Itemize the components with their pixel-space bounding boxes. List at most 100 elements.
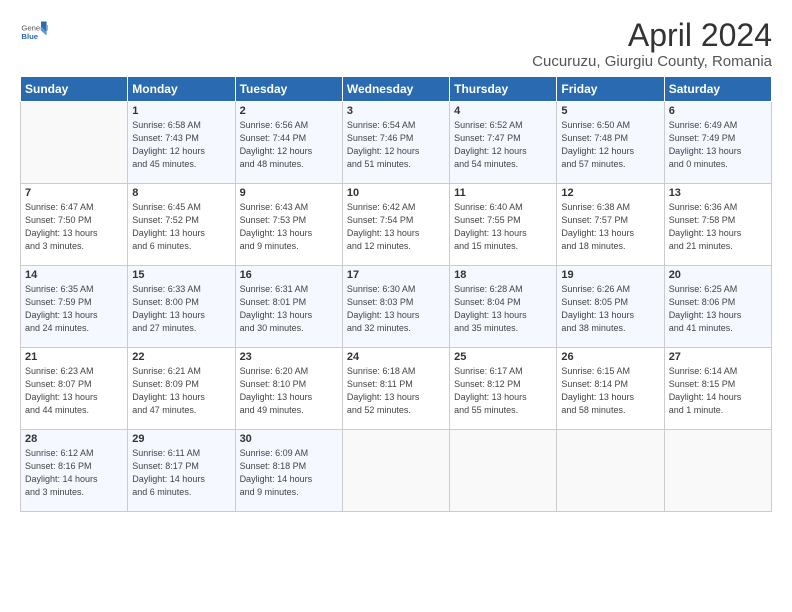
day-cell: 8Sunrise: 6:45 AM Sunset: 7:52 PM Daylig…	[128, 184, 235, 266]
day-info: Sunrise: 6:50 AM Sunset: 7:48 PM Dayligh…	[561, 119, 659, 171]
day-cell: 10 Sunrise: 6:42 AM Sunset: 7:54 PM Dayli…	[342, 184, 449, 266]
day-cell: 6Sunrise: 6:49 AM Sunset: 7:49 PM Daylig…	[664, 102, 771, 184]
day-info: Sunrise: 6:25 AM Sunset: 8:06 PM Dayligh…	[669, 283, 767, 335]
day-number: 30	[240, 433, 338, 445]
day-number: 1	[132, 105, 230, 117]
week-row-5: 28 Sunrise: 6:12 AM Sunset: 8:16 PM Dayli…	[21, 430, 772, 512]
day-info: Sunrise: 6:49 AM Sunset: 7:49 PM Dayligh…	[669, 119, 767, 171]
svg-text:Blue: Blue	[21, 32, 38, 41]
day-number: 19	[561, 269, 659, 281]
day-info: Sunrise: 6:35 AM Sunset: 7:59 PM Dayligh…	[25, 283, 123, 335]
day-cell: 5 Sunrise: 6:50 AM Sunset: 7:48 PM Daylig…	[557, 102, 664, 184]
day-cell	[664, 430, 771, 512]
day-number: 18	[454, 269, 552, 281]
day-cell: 3 Sunrise: 6:54 AM Sunset: 7:46 PM Daylig…	[342, 102, 449, 184]
day-info: Sunrise: 6:30 AM Sunset: 8:03 PM Dayligh…	[347, 283, 445, 335]
day-cell: 19 Sunrise: 6:26 AM Sunset: 8:05 PM Dayli…	[557, 266, 664, 348]
day-number: 27	[669, 351, 767, 363]
day-cell: 4Sunrise: 6:52 AM Sunset: 7:47 PM Daylig…	[450, 102, 557, 184]
header-wednesday: Wednesday	[342, 77, 449, 102]
day-number: 11	[454, 187, 552, 199]
day-number: 12	[561, 187, 659, 199]
day-number: 29	[132, 433, 230, 445]
day-number: 25	[454, 351, 552, 363]
day-cell: 14Sunrise: 6:35 AM Sunset: 7:59 PM Dayli…	[21, 266, 128, 348]
calendar-title: April 2024	[532, 18, 772, 53]
day-cell: 24 Sunrise: 6:18 AM Sunset: 8:11 PM Dayli…	[342, 348, 449, 430]
day-cell: 11 Sunrise: 6:40 AM Sunset: 7:55 PM Dayli…	[450, 184, 557, 266]
day-cell: 30 Sunrise: 6:09 AM Sunset: 8:18 PM Dayli…	[235, 430, 342, 512]
day-cell: 16 Sunrise: 6:31 AM Sunset: 8:01 PM Dayli…	[235, 266, 342, 348]
day-cell: 20 Sunrise: 6:25 AM Sunset: 8:06 PM Dayli…	[664, 266, 771, 348]
day-info: Sunrise: 6:20 AM Sunset: 8:10 PM Dayligh…	[240, 365, 338, 417]
day-number: 9	[240, 187, 338, 199]
day-cell	[21, 102, 128, 184]
day-info: Sunrise: 6:33 AM Sunset: 8:00 PM Dayligh…	[132, 283, 230, 335]
calendar-page: General Blue April 2024 Cucuruzu, Giurgi…	[0, 0, 792, 612]
day-info: Sunrise: 6:54 AM Sunset: 7:46 PM Dayligh…	[347, 119, 445, 171]
day-cell: 26 Sunrise: 6:15 AM Sunset: 8:14 PM Dayli…	[557, 348, 664, 430]
day-number: 2	[240, 105, 338, 117]
day-info: Sunrise: 6:26 AM Sunset: 8:05 PM Dayligh…	[561, 283, 659, 335]
week-row-2: 7 Sunrise: 6:47 AM Sunset: 7:50 PM Daylig…	[21, 184, 772, 266]
day-info: Sunrise: 6:38 AM Sunset: 7:57 PM Dayligh…	[561, 201, 659, 253]
calendar-table: Sunday Monday Tuesday Wednesday Thursday…	[20, 76, 772, 512]
day-cell: 9Sunrise: 6:43 AM Sunset: 7:53 PM Daylig…	[235, 184, 342, 266]
day-number: 28	[25, 433, 123, 445]
week-row-3: 14Sunrise: 6:35 AM Sunset: 7:59 PM Dayli…	[21, 266, 772, 348]
day-info: Sunrise: 6:11 AM Sunset: 8:17 PM Dayligh…	[132, 447, 230, 499]
day-cell: 29 Sunrise: 6:11 AM Sunset: 8:17 PM Dayli…	[128, 430, 235, 512]
week-row-1: 1Sunrise: 6:58 AM Sunset: 7:43 PM Daylig…	[21, 102, 772, 184]
day-number: 3	[347, 105, 445, 117]
day-number: 10	[347, 187, 445, 199]
day-info: Sunrise: 6:12 AM Sunset: 8:16 PM Dayligh…	[25, 447, 123, 499]
day-info: Sunrise: 6:21 AM Sunset: 8:09 PM Dayligh…	[132, 365, 230, 417]
day-cell: 27 Sunrise: 6:14 AM Sunset: 8:15 PM Dayli…	[664, 348, 771, 430]
day-cell: 2Sunrise: 6:56 AM Sunset: 7:44 PM Daylig…	[235, 102, 342, 184]
header-friday: Friday	[557, 77, 664, 102]
day-cell	[557, 430, 664, 512]
day-info: Sunrise: 6:09 AM Sunset: 8:18 PM Dayligh…	[240, 447, 338, 499]
header-tuesday: Tuesday	[235, 77, 342, 102]
calendar-subtitle: Cucuruzu, Giurgiu County, Romania	[532, 53, 772, 70]
day-info: Sunrise: 6:14 AM Sunset: 8:15 PM Dayligh…	[669, 365, 767, 417]
day-cell: 13 Sunrise: 6:36 AM Sunset: 7:58 PM Dayli…	[664, 184, 771, 266]
title-block: April 2024 Cucuruzu, Giurgiu County, Rom…	[532, 18, 772, 70]
day-cell: 18 Sunrise: 6:28 AM Sunset: 8:04 PM Dayli…	[450, 266, 557, 348]
day-number: 17	[347, 269, 445, 281]
day-info: Sunrise: 6:18 AM Sunset: 8:11 PM Dayligh…	[347, 365, 445, 417]
day-number: 24	[347, 351, 445, 363]
day-info: Sunrise: 6:42 AM Sunset: 7:54 PM Dayligh…	[347, 201, 445, 253]
day-number: 8	[132, 187, 230, 199]
day-cell: 28 Sunrise: 6:12 AM Sunset: 8:16 PM Dayli…	[21, 430, 128, 512]
day-number: 26	[561, 351, 659, 363]
day-cell: 15Sunrise: 6:33 AM Sunset: 8:00 PM Dayli…	[128, 266, 235, 348]
day-number: 20	[669, 269, 767, 281]
day-info: Sunrise: 6:31 AM Sunset: 8:01 PM Dayligh…	[240, 283, 338, 335]
day-number: 13	[669, 187, 767, 199]
day-cell: 1Sunrise: 6:58 AM Sunset: 7:43 PM Daylig…	[128, 102, 235, 184]
day-cell: 22 Sunrise: 6:21 AM Sunset: 8:09 PM Dayli…	[128, 348, 235, 430]
day-number: 7	[25, 187, 123, 199]
header-monday: Monday	[128, 77, 235, 102]
day-cell	[342, 430, 449, 512]
day-number: 16	[240, 269, 338, 281]
header-thursday: Thursday	[450, 77, 557, 102]
day-number: 22	[132, 351, 230, 363]
calendar-body: 1Sunrise: 6:58 AM Sunset: 7:43 PM Daylig…	[21, 102, 772, 512]
day-info: Sunrise: 6:15 AM Sunset: 8:14 PM Dayligh…	[561, 365, 659, 417]
day-cell: 21Sunrise: 6:23 AM Sunset: 8:07 PM Dayli…	[21, 348, 128, 430]
day-number: 21	[25, 351, 123, 363]
header-sunday: Sunday	[21, 77, 128, 102]
day-number: 23	[240, 351, 338, 363]
header: General Blue April 2024 Cucuruzu, Giurgi…	[20, 18, 772, 70]
day-cell: 17 Sunrise: 6:30 AM Sunset: 8:03 PM Dayli…	[342, 266, 449, 348]
day-info: Sunrise: 6:36 AM Sunset: 7:58 PM Dayligh…	[669, 201, 767, 253]
day-info: Sunrise: 6:17 AM Sunset: 8:12 PM Dayligh…	[454, 365, 552, 417]
day-info: Sunrise: 6:40 AM Sunset: 7:55 PM Dayligh…	[454, 201, 552, 253]
day-cell: 7 Sunrise: 6:47 AM Sunset: 7:50 PM Daylig…	[21, 184, 128, 266]
day-number: 5	[561, 105, 659, 117]
day-info: Sunrise: 6:28 AM Sunset: 8:04 PM Dayligh…	[454, 283, 552, 335]
day-info: Sunrise: 6:47 AM Sunset: 7:50 PM Dayligh…	[25, 201, 123, 253]
logo: General Blue	[20, 18, 50, 46]
